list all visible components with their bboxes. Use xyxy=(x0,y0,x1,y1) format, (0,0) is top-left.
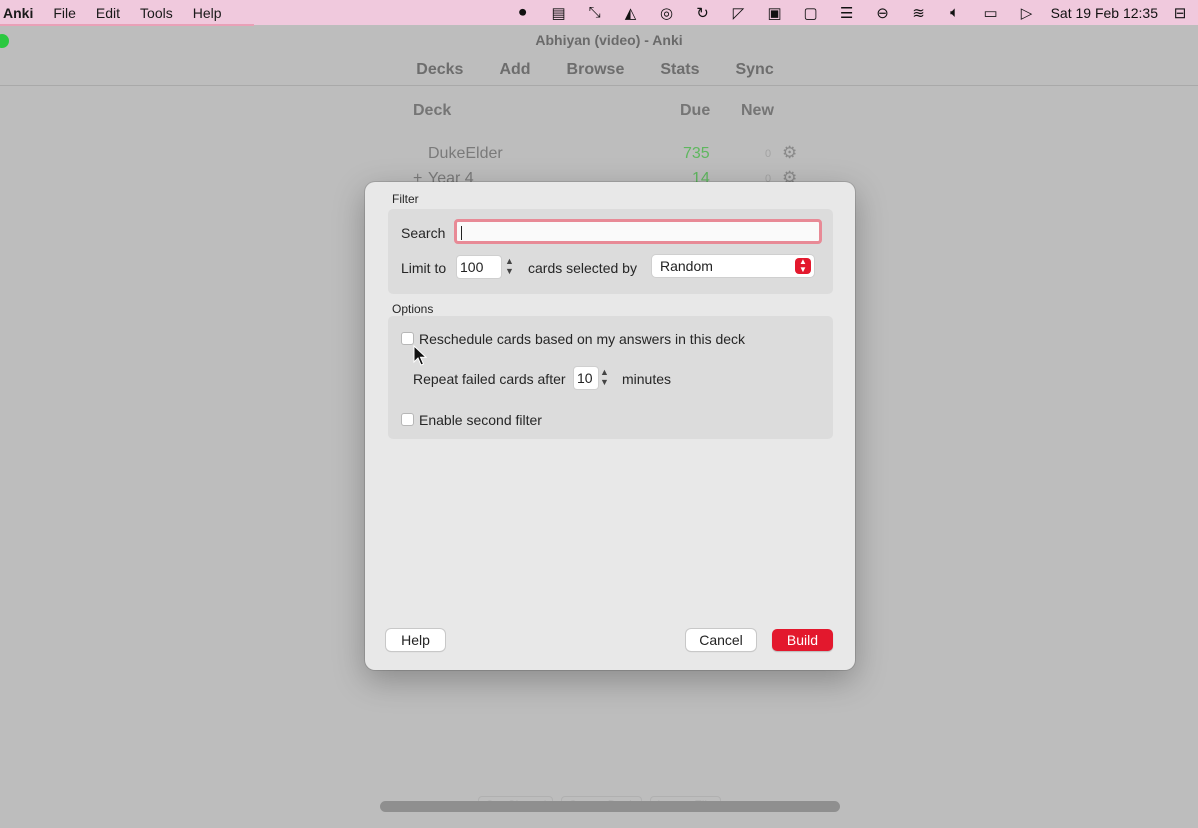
resize-icon[interactable]: ⤡ xyxy=(577,4,613,21)
order-select-value: Random xyxy=(660,258,713,274)
reschedule-checkbox[interactable] xyxy=(401,332,414,345)
second-filter-checkbox[interactable] xyxy=(401,413,414,426)
deck-name[interactable]: DukeElder xyxy=(428,145,503,163)
stack-icon[interactable]: ☰ xyxy=(829,4,865,22)
menu-edit[interactable]: Edit xyxy=(86,5,130,21)
toolbar-browse[interactable]: Browse xyxy=(557,56,647,85)
control-center-icon[interactable]: ⊟ xyxy=(1168,4,1192,22)
horizontal-scrollbar[interactable] xyxy=(380,801,840,812)
deck-gear-icon[interactable]: ⚙ xyxy=(782,143,797,163)
filtered-deck-dialog: Filter Search Limit to 100 ▲ ▼ cards sele… xyxy=(365,182,855,670)
battery-icon[interactable]: ▭ xyxy=(973,4,1009,22)
record-icon[interactable]: ⏺ xyxy=(505,4,541,21)
history-icon[interactable]: ↻ xyxy=(685,4,721,22)
search-label: Search xyxy=(401,225,446,241)
no-entry-icon[interactable]: ⊖ xyxy=(865,4,901,22)
cancel-button[interactable]: Cancel xyxy=(686,629,756,651)
select-arrows-icon: ▲ ▼ xyxy=(795,258,811,274)
build-button[interactable]: Build xyxy=(772,629,833,651)
menu-tools[interactable]: Tools xyxy=(130,5,183,21)
status-area: ⏺ ▤ ⤡ ◭ ◎ ↻ ◸ ▣ ▢ ☰ ⊖ ≋ 🔈︎ ▭ ▷ Sat 19 Fe… xyxy=(505,0,1192,25)
rounded-square-icon[interactable]: ▢ xyxy=(793,4,829,22)
mouse-pointer-icon xyxy=(413,345,427,366)
menubar-clock[interactable]: Sat 19 Feb 12:35 xyxy=(1051,5,1158,21)
options-section-title: Options xyxy=(392,302,434,316)
toolbar-sync[interactable]: Sync xyxy=(725,56,795,85)
play-circle-icon[interactable]: ▷ xyxy=(1009,4,1045,22)
window-titlebar: Abhiyan (video) - Anki xyxy=(0,26,1198,54)
second-filter-label[interactable]: Enable second filter xyxy=(419,412,542,428)
filter-section-title: Filter xyxy=(392,192,419,206)
q-icon[interactable]: ▣ xyxy=(757,4,793,22)
toolbar-decks[interactable]: Decks xyxy=(406,56,485,85)
deck-new-count: 0 xyxy=(765,148,772,160)
limit-stepper[interactable]: ▲ ▼ xyxy=(503,256,516,278)
drive-icon[interactable]: ◭ xyxy=(613,4,649,22)
window-zoom-button[interactable] xyxy=(0,34,9,48)
menu-file[interactable]: File xyxy=(43,5,86,21)
wifi-icon[interactable]: ≋ xyxy=(901,4,937,22)
repeat-failed-label: Repeat failed cards after xyxy=(413,371,566,387)
menu-app-anki[interactable]: Anki xyxy=(0,5,43,21)
new-column-header[interactable]: New xyxy=(741,102,774,120)
order-select[interactable]: Random ▲ ▼ xyxy=(652,255,814,277)
tag-icon[interactable]: ◸ xyxy=(721,4,757,22)
main-toolbar: Decks Add Browse Stats Sync xyxy=(0,56,1198,86)
help-button[interactable]: Help xyxy=(386,629,445,651)
limit-label: Limit to xyxy=(401,260,447,276)
limit-input[interactable]: 100 xyxy=(457,256,501,278)
deck-due-count: 735 xyxy=(683,145,710,162)
volume-icon[interactable]: 🔈︎ xyxy=(937,4,973,21)
toolbar-stats[interactable]: Stats xyxy=(650,56,721,85)
window-title: Abhiyan (video) - Anki xyxy=(535,32,683,48)
text-caret xyxy=(461,226,462,240)
menu-bar: Anki File Edit Tools Help ⏺ ▤ ⤡ ◭ ◎ ↻ ◸ … xyxy=(0,0,1198,26)
deck-column-header[interactable]: Deck xyxy=(413,102,451,120)
due-column-header[interactable]: Due xyxy=(680,102,710,120)
repeat-minutes-stepper[interactable]: ▲ ▼ xyxy=(598,367,611,389)
selected-by-label: cards selected by xyxy=(528,260,637,276)
search-input[interactable] xyxy=(454,219,822,244)
layers-icon[interactable]: ▤ xyxy=(541,4,577,22)
filter-group: Search Limit to 100 ▲ ▼ cards selected by… xyxy=(388,209,833,294)
options-group: Reschedule cards based on my answers in … xyxy=(388,316,833,439)
menu-help[interactable]: Help xyxy=(183,5,232,21)
minutes-label: minutes xyxy=(622,371,672,387)
reschedule-label[interactable]: Reschedule cards based on my answers in … xyxy=(419,331,745,347)
toolbar-add[interactable]: Add xyxy=(489,56,552,85)
sync-circle-icon[interactable]: ◎ xyxy=(649,4,685,22)
repeat-minutes-input[interactable]: 10 xyxy=(574,367,598,389)
